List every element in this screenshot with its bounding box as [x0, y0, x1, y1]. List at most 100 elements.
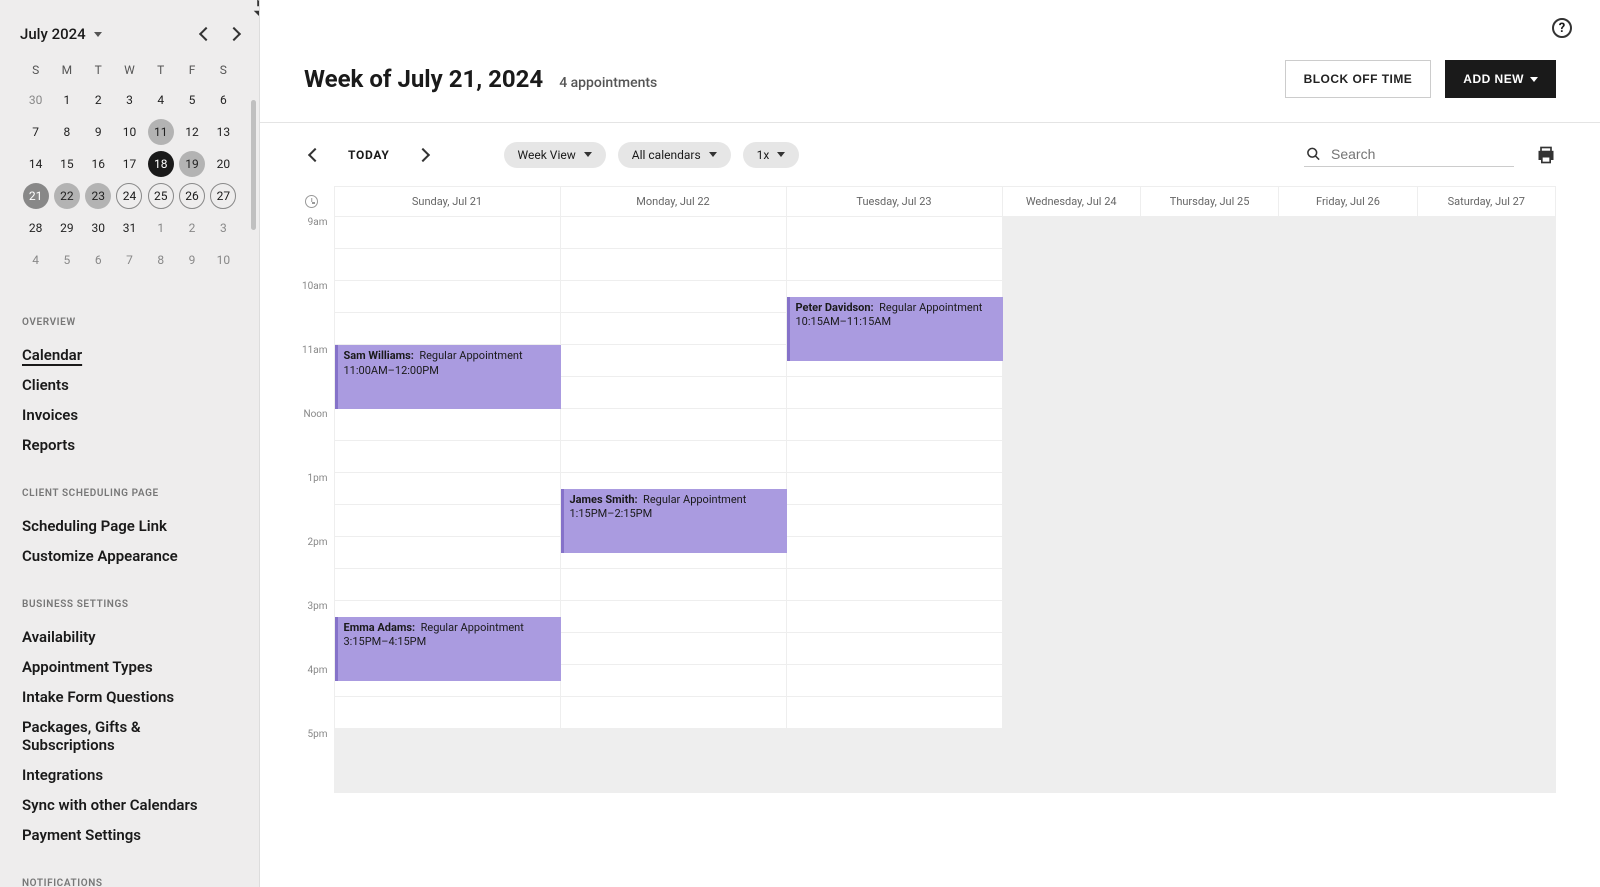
time-slot[interactable] [334, 665, 560, 697]
time-slot[interactable] [1002, 249, 1140, 281]
time-slot[interactable] [560, 217, 786, 249]
help-button[interactable]: ? [1552, 18, 1572, 38]
time-slot[interactable] [1279, 633, 1417, 665]
time-slot[interactable] [786, 569, 1002, 601]
nav-item-appointment-types[interactable]: Appointment Types [22, 652, 237, 682]
mini-day[interactable]: 20 [210, 151, 236, 177]
time-slot[interactable] [1140, 441, 1278, 473]
today-button[interactable]: TODAY [336, 148, 402, 162]
mini-day[interactable]: 9 [85, 119, 111, 145]
time-slot[interactable] [786, 345, 1002, 377]
print-icon[interactable] [1536, 145, 1556, 165]
time-slot[interactable] [786, 505, 1002, 537]
time-slot[interactable] [1002, 729, 1140, 761]
time-slot[interactable] [560, 761, 786, 793]
mini-day[interactable]: 30 [85, 215, 111, 241]
time-slot[interactable] [1140, 473, 1278, 505]
time-slot[interactable] [1002, 441, 1140, 473]
time-slot[interactable] [1140, 665, 1278, 697]
time-slot[interactable] [1140, 761, 1278, 793]
mini-day[interactable]: 30 [23, 87, 49, 113]
time-slot[interactable] [1279, 377, 1417, 409]
month-selector[interactable]: July 2024 [20, 25, 102, 43]
time-slot[interactable] [1002, 633, 1140, 665]
time-slot[interactable] [560, 633, 786, 665]
time-slot[interactable] [786, 729, 1002, 761]
time-slot[interactable] [786, 377, 1002, 409]
time-slot[interactable] [1417, 761, 1555, 793]
mini-day[interactable]: 27 [210, 183, 236, 209]
time-slot[interactable] [1279, 473, 1417, 505]
time-slot[interactable] [560, 409, 786, 441]
time-slot[interactable] [1417, 377, 1555, 409]
add-new-button[interactable]: ADD NEW [1445, 60, 1556, 98]
time-slot[interactable] [1417, 441, 1555, 473]
time-slot[interactable] [1140, 409, 1278, 441]
time-slot[interactable] [1417, 537, 1555, 569]
time-slot[interactable] [1279, 537, 1417, 569]
time-slot[interactable] [786, 217, 1002, 249]
mini-day[interactable]: 9 [179, 247, 205, 273]
next-week-button[interactable] [412, 139, 434, 170]
mini-day[interactable]: 6 [210, 87, 236, 113]
time-slot[interactable] [1417, 313, 1555, 345]
mini-day[interactable]: 7 [116, 247, 142, 273]
time-slot[interactable] [560, 345, 786, 377]
mini-day[interactable]: 21 [23, 183, 49, 209]
nav-item-sync-with-other-calendars[interactable]: Sync with other Calendars [22, 790, 237, 820]
time-slot[interactable] [1140, 601, 1278, 633]
time-slot[interactable] [1002, 761, 1140, 793]
nav-item-integrations[interactable]: Integrations [22, 760, 237, 790]
time-slot[interactable] [1140, 729, 1278, 761]
time-slot[interactable] [1140, 633, 1278, 665]
prev-month-button[interactable] [199, 27, 213, 41]
view-pill-1[interactable]: All calendars [618, 142, 731, 168]
time-slot[interactable] [334, 313, 560, 345]
time-slot[interactable] [1002, 505, 1140, 537]
block-off-time-button[interactable]: BLOCK OFF TIME [1285, 60, 1432, 98]
mini-day[interactable]: 16 [85, 151, 111, 177]
time-slot[interactable] [334, 249, 560, 281]
time-slot[interactable] [560, 537, 786, 569]
time-slot[interactable] [1279, 761, 1417, 793]
time-slot[interactable] [560, 281, 786, 313]
time-slot[interactable] [334, 761, 560, 793]
mini-day[interactable]: 19 [179, 151, 205, 177]
time-slot[interactable] [1002, 665, 1140, 697]
time-slot[interactable] [1002, 601, 1140, 633]
mini-day[interactable]: 4 [148, 87, 174, 113]
time-slot[interactable] [786, 537, 1002, 569]
time-slot[interactable] [786, 697, 1002, 729]
time-slot[interactable] [1417, 665, 1555, 697]
time-slot[interactable] [1002, 377, 1140, 409]
time-slot[interactable] [1279, 345, 1417, 377]
mini-day[interactable]: 3 [210, 215, 236, 241]
time-slot[interactable] [1279, 601, 1417, 633]
mini-day[interactable]: 3 [116, 87, 142, 113]
time-slot[interactable] [560, 505, 786, 537]
time-slot[interactable] [786, 249, 1002, 281]
mini-day[interactable]: 7 [23, 119, 49, 145]
mini-day[interactable]: 26 [179, 183, 205, 209]
time-slot[interactable] [786, 473, 1002, 505]
time-slot[interactable]: Peter Davidson: Regular Appointment10:15… [786, 281, 1002, 313]
time-slot[interactable] [334, 441, 560, 473]
time-slot[interactable] [786, 601, 1002, 633]
time-slot[interactable] [334, 377, 560, 409]
mini-day[interactable]: 13 [210, 119, 236, 145]
search-box[interactable] [1304, 142, 1514, 167]
time-slot[interactable] [1279, 665, 1417, 697]
mini-day[interactable]: 31 [116, 215, 142, 241]
time-slot[interactable] [1279, 313, 1417, 345]
mini-day[interactable]: 18 [148, 151, 174, 177]
time-slot[interactable] [1417, 569, 1555, 601]
time-slot[interactable] [786, 409, 1002, 441]
nav-item-calendar[interactable]: Calendar [22, 340, 237, 370]
time-slot[interactable] [1417, 729, 1555, 761]
view-pill-0[interactable]: Week View [504, 142, 606, 168]
time-slot[interactable] [786, 313, 1002, 345]
time-slot[interactable] [334, 729, 560, 761]
time-slot[interactable] [1417, 697, 1555, 729]
time-slot[interactable] [334, 473, 560, 505]
time-slot[interactable]: Emma Adams: Regular Appointment3:15PM–4:… [334, 601, 560, 633]
